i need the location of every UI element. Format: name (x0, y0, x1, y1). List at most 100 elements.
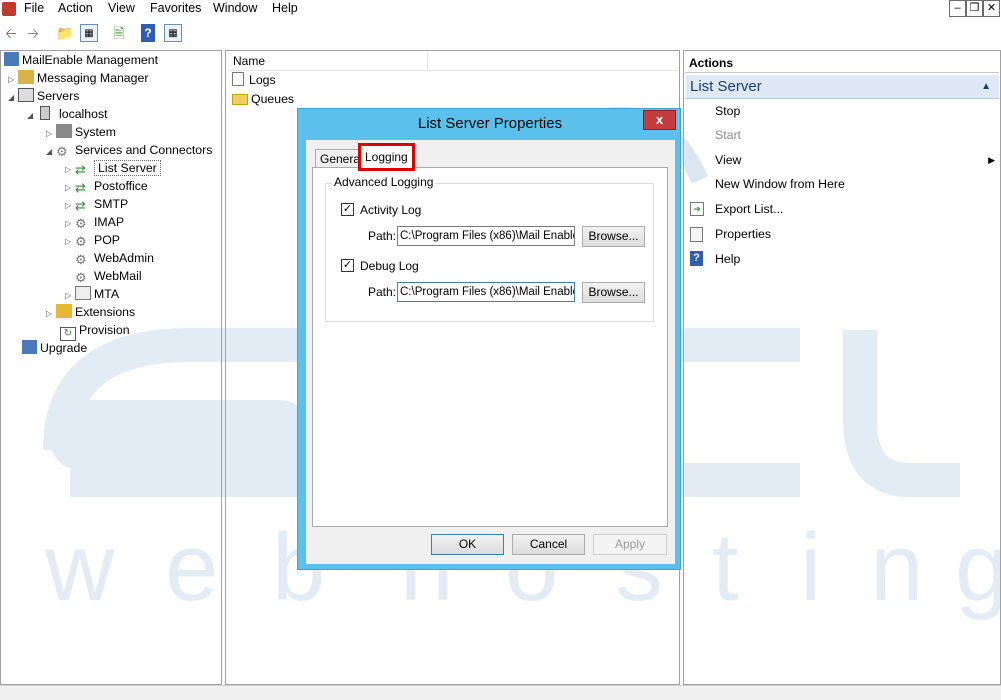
tree-label: Extensions (75, 305, 136, 319)
tree-label: POP (94, 233, 120, 247)
tree-item-imap[interactable]: ▷ ⚙ IMAP (65, 213, 124, 231)
menu-favorites[interactable]: Favorites (150, 1, 201, 15)
connector-arrows-icon: ⇄ (75, 198, 86, 213)
list-item-label: Queues (251, 92, 295, 106)
help-icon[interactable]: ? (141, 24, 155, 42)
action-help[interactable]: Help (715, 250, 740, 268)
debug-path-input[interactable]: C:\Program Files (x86)\Mail Enable\L (397, 282, 575, 302)
activity-log-checkbox[interactable]: ✓ (341, 203, 354, 216)
show-hide-action-pane-icon[interactable]: ▦ (164, 24, 182, 42)
collapse-up-icon[interactable]: ▲ (981, 75, 991, 99)
expand-arrow-icon[interactable]: ▷ (46, 305, 56, 323)
actions-section-label: List Server (690, 78, 762, 95)
servers-icon (18, 88, 34, 102)
activity-browse-button[interactable]: Browse... (582, 226, 645, 247)
folder-icon (232, 94, 248, 105)
gear-icon: ⚙ (75, 252, 87, 267)
actions-section-list-server[interactable]: List Server ▲ (686, 75, 999, 99)
properties-icon (690, 227, 703, 242)
minimize-button[interactable]: – (949, 0, 966, 17)
tree-label: WebMail (94, 269, 142, 283)
tree-item-postoffice[interactable]: ▷ ⇄ Postoffice (65, 177, 148, 195)
dialog-title: List Server Properties (417, 115, 563, 132)
log-file-icon (232, 72, 244, 86)
tree-label: MailEnable Management (22, 53, 159, 67)
collapse-arrow-icon[interactable]: ◢ (46, 143, 56, 161)
tree-item-services[interactable]: ◢ ⚙ Services and Connectors (46, 141, 212, 159)
tree-item-root[interactable]: MailEnable Management (4, 51, 158, 69)
tree-label: Provision (79, 323, 130, 337)
mail-icon (75, 286, 91, 300)
tree-item-system[interactable]: ▷ System (46, 123, 116, 141)
gear-icon: ⚙ (56, 144, 68, 159)
show-hide-tree-icon[interactable]: ▦ (80, 24, 98, 42)
extensions-icon (56, 304, 72, 318)
collapse-arrow-icon[interactable]: ◢ (27, 107, 37, 125)
close-window-button[interactable]: ✕ (983, 0, 1000, 17)
tree-label: Postoffice (94, 179, 148, 193)
menu-view[interactable]: View (108, 1, 135, 15)
action-start: Start (715, 128, 741, 142)
dialog-close-button[interactable]: x (643, 110, 676, 130)
back-icon[interactable]: 🡠 (2, 24, 20, 42)
group-title: Advanced Logging (332, 175, 436, 189)
list-item-queues[interactable]: Queues (232, 90, 294, 108)
debug-browse-button[interactable]: Browse... (582, 282, 645, 303)
column-separator[interactable] (427, 52, 428, 71)
tab-logging[interactable]: Logging (358, 143, 415, 171)
connector-arrows-icon: ⇄ (75, 180, 86, 195)
forward-icon[interactable]: 🡢 (24, 24, 42, 42)
restore-button[interactable]: ❐ (966, 0, 983, 17)
action-stop[interactable]: Stop (715, 102, 740, 120)
mmc-icon (4, 52, 19, 66)
ok-button[interactable]: OK (431, 534, 504, 555)
tree-item-servers[interactable]: ◢ Servers (8, 87, 79, 105)
logging-tab-panel: Advanced Logging ✓ Activity Log Path: C:… (312, 167, 668, 527)
tree-item-upgrade[interactable]: Upgrade (22, 339, 87, 357)
collapse-arrow-icon[interactable]: ◢ (8, 89, 18, 107)
expand-arrow-icon[interactable]: ▷ (65, 233, 75, 251)
activity-path-input[interactable]: C:\Program Files (x86)\Mail Enable\L (397, 226, 575, 246)
action-properties[interactable]: Properties (715, 225, 771, 243)
app-icon (2, 2, 16, 16)
tree-item-webadmin[interactable]: ⚙ WebAdmin (75, 249, 154, 267)
list-item-logs[interactable]: Logs (232, 71, 276, 89)
gear-icon: ⚙ (75, 216, 87, 231)
tree-item-localhost[interactable]: ◢ localhost (27, 105, 108, 123)
tree-label: Upgrade (40, 341, 88, 355)
tree-item-provision[interactable]: ↻ Provision (60, 321, 130, 341)
tree-label: Services and Connectors (75, 143, 213, 157)
tree-item-messaging-manager[interactable]: ▷ Messaging Manager (8, 69, 148, 87)
menu-file[interactable]: File (24, 1, 44, 15)
tree-item-webmail[interactable]: ⚙ WebMail (75, 267, 142, 285)
action-export-list[interactable]: Export List... (715, 200, 783, 218)
menu-bar: File Action View Favorites Window Help –… (0, 0, 1001, 19)
column-header-name[interactable]: Name (228, 52, 678, 71)
cancel-button[interactable]: Cancel (512, 534, 585, 555)
menu-help[interactable]: Help (272, 1, 298, 15)
tree-item-pop[interactable]: ▷ ⚙ POP (65, 231, 120, 249)
debug-path-label: Path: (368, 285, 397, 299)
gear-icon: ⚙ (75, 234, 87, 249)
connector-arrows-icon: ⇄ (75, 162, 86, 177)
list-server-properties-dialog: List Server Properties x General Logging… (297, 108, 681, 570)
tree-item-mta[interactable]: ▷ MTA (65, 285, 119, 303)
help-icon: ? (690, 251, 703, 266)
system-icon (56, 124, 72, 138)
menu-window[interactable]: Window (213, 1, 257, 15)
actions-pane (683, 50, 1001, 685)
debug-log-checkbox[interactable]: ✓ (341, 259, 354, 272)
export-icon[interactable]: 🗎 (110, 24, 128, 42)
action-new-window[interactable]: New Window from Here (715, 175, 845, 193)
action-label: View (715, 153, 742, 167)
tree-label-selected: List Server (94, 160, 161, 176)
tree-item-extensions[interactable]: ▷ Extensions (46, 303, 135, 321)
tree-item-smtp[interactable]: ▷ ⇄ SMTP (65, 195, 128, 213)
tree-label: WebAdmin (94, 251, 154, 265)
tree-item-list-server[interactable]: ▷ ⇄ List Server (65, 159, 161, 177)
tree-label: System (75, 125, 116, 139)
up-folder-icon[interactable]: 📁 (56, 24, 74, 42)
action-view[interactable]: View ▶ (715, 151, 995, 169)
activity-log-label: Activity Log (360, 203, 422, 217)
menu-action[interactable]: Action (58, 1, 93, 15)
